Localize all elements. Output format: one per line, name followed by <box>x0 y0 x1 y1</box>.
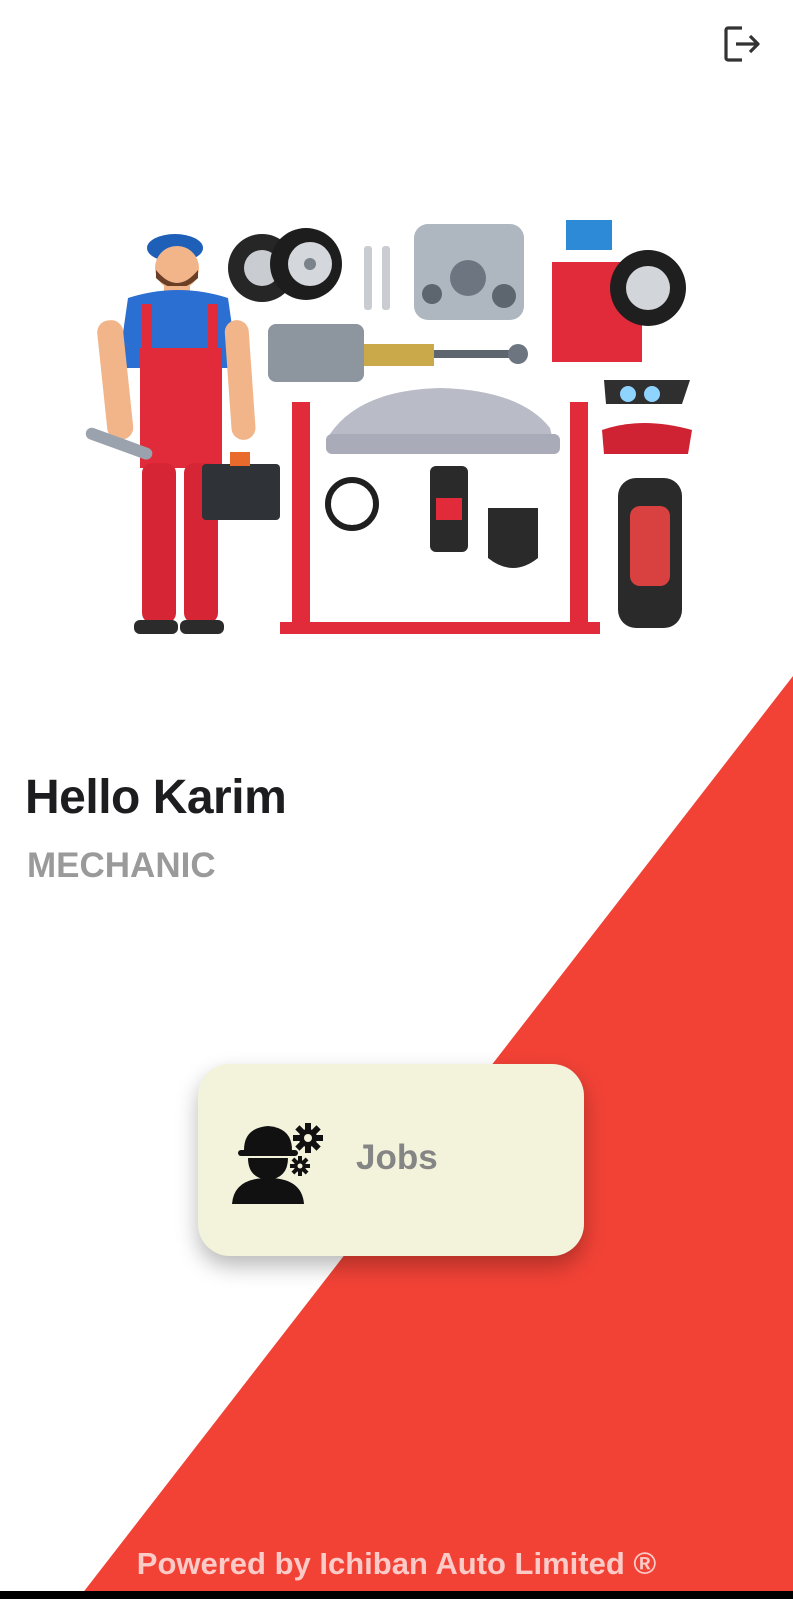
greeting-text: Hello Karim <box>25 771 287 824</box>
system-navigation-bar <box>0 1591 793 1599</box>
logout-icon <box>724 26 760 62</box>
mechanic-illustration <box>85 220 692 634</box>
worker-gears-icon <box>232 1123 323 1204</box>
logout-button[interactable] <box>718 20 766 68</box>
mechanic-home-screen: Hello Karim MECHANIC Jobs Powered by Ich… <box>0 0 793 1599</box>
footer-powered-by: Powered by Ichiban Auto Limited ® <box>136 1546 657 1581</box>
user-role-label: MECHANIC <box>27 846 216 885</box>
jobs-label: Jobs <box>356 1138 438 1177</box>
jobs-card-button[interactable]: Jobs <box>198 1064 584 1256</box>
